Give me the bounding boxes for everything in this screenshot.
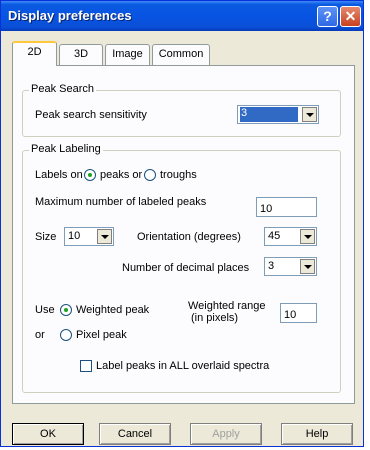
cancel-button[interactable]: Cancel [99, 423, 171, 445]
peak-search-sensitivity-select[interactable]: 3 [237, 105, 319, 124]
orientation-label: Orientation (degrees) [137, 231, 241, 243]
peak-search-group-label: Peak Search [29, 83, 96, 95]
tab-2d[interactable]: 2D [12, 41, 57, 66]
decimal-places-label: Number of decimal places [122, 262, 250, 274]
help-title-button[interactable]: ? [317, 6, 338, 27]
orientation-select[interactable]: 45 [264, 227, 317, 246]
weighted-range-label: Weighted range [188, 300, 266, 312]
tab-image[interactable]: Image [105, 44, 150, 65]
tab-panel-2d: Peak Search Peak search sensitivity 3 Pe… [12, 65, 355, 404]
size-select[interactable]: 10 [64, 227, 114, 246]
decimal-places-value: 3 [268, 260, 275, 272]
window-title: Display preferences [8, 8, 132, 23]
pixel-peak-label: Pixel peak [76, 329, 127, 341]
label-all-overlaid-checkbox[interactable] [80, 360, 92, 372]
weighted-peak-radio[interactable] [60, 304, 72, 316]
sensitivity-value: 3 [240, 107, 298, 122]
chevron-down-icon[interactable] [97, 229, 112, 244]
max-peaks-label: Maximum number of labeled peaks [35, 196, 207, 208]
peaks-or-label: peaks or [100, 169, 143, 181]
orientation-value: 45 [268, 230, 281, 242]
display-preferences-dialog: Display preferences ? ✕ 2D 3D Image Comm… [0, 0, 364, 447]
max-peaks-input[interactable] [256, 197, 317, 217]
troughs-radio[interactable] [144, 169, 156, 181]
tab-common[interactable]: Common [152, 44, 210, 65]
weighted-peak-label: Weighted peak [76, 304, 150, 316]
close-button[interactable]: ✕ [340, 6, 361, 27]
troughs-label: troughs [160, 169, 197, 181]
peak-search-sensitivity-label: Peak search sensitivity [35, 109, 147, 121]
apply-button[interactable]: Apply [190, 423, 262, 445]
question-icon: ? [323, 8, 332, 24]
size-label: Size [35, 231, 57, 243]
help-button[interactable]: Help [281, 423, 353, 445]
chevron-down-icon[interactable] [300, 229, 315, 244]
chevron-down-icon[interactable] [300, 259, 315, 274]
tab-3d[interactable]: 3D [59, 44, 103, 65]
peak-labeling-group-label: Peak Labeling [29, 143, 103, 155]
use-label: Use [35, 304, 55, 316]
weighted-range-input[interactable] [280, 303, 317, 323]
weighted-range-unit-label: (in pixels) [191, 312, 239, 324]
labels-on-label: Labels on [35, 169, 83, 181]
size-value: 10 [68, 230, 81, 242]
title-bar[interactable]: Display preferences ? ✕ [1, 1, 363, 31]
peaks-radio[interactable] [84, 169, 96, 181]
chevron-down-icon[interactable] [302, 107, 317, 122]
or-label: or [35, 329, 45, 341]
label-all-overlaid-label: Label peaks in ALL overlaid spectra [96, 360, 270, 372]
decimal-places-select[interactable]: 3 [264, 257, 317, 276]
close-icon: ✕ [344, 8, 357, 24]
pixel-peak-radio[interactable] [60, 329, 72, 341]
ok-button[interactable]: OK [12, 423, 84, 445]
